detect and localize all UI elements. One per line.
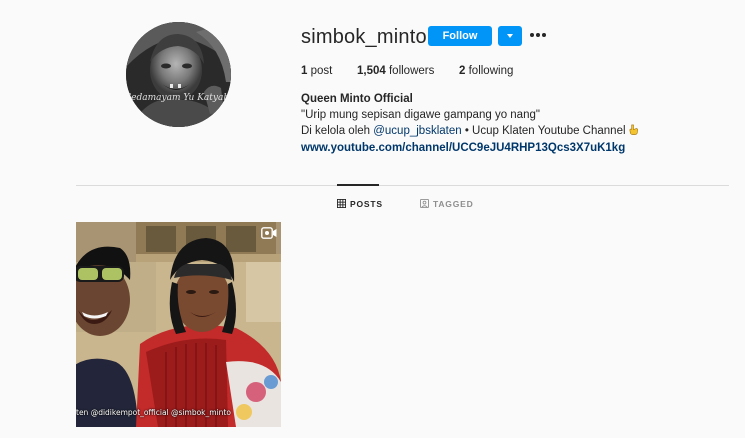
chevron-down-icon [507,34,513,38]
followers-count: 1,504 [357,65,386,77]
more-options-button[interactable] [530,28,548,42]
tab-tagged[interactable]: TAGGED [420,198,474,210]
bio-managed-by: Di kelola oleh @ucup_jbsklaten • Ucup Kl… [301,124,639,138]
posts-stat: 1 post [301,64,332,78]
active-tab-indicator [337,184,379,186]
bio-quote: "Urip mung sepisan digawe gampang yo nan… [301,109,540,121]
pointing-down-emoji-icon [629,124,638,135]
tab-posts[interactable]: POSTS [337,198,383,210]
bio-mention-link[interactable]: @ucup_jbsklaten [373,125,461,137]
bio-prefix: Di kelola oleh [301,125,374,137]
website-link[interactable]: www.youtube.com/channel/UCC9eJU4RHP13Qcs… [301,141,625,155]
post-image [76,222,281,427]
tab-tagged-label: TAGGED [433,199,474,209]
profile-page: Gedamayam Yu Katyahi simbok_minto Follow… [0,0,745,438]
more-dot-icon [536,33,540,37]
following-count: 2 [459,65,466,77]
followers-label: followers [388,65,435,77]
follow-button[interactable]: Follow [428,26,492,46]
profile-username: simbok_minto [301,26,427,48]
avatar-watermark: Gedamayam Yu Katyahi [126,93,231,103]
avatar-photo: Gedamayam Yu Katyahi [126,22,231,127]
profile-avatar[interactable]: Gedamayam Yu Katyahi [126,22,231,127]
more-dot-icon [542,33,546,37]
tab-posts-label: POSTS [350,199,383,209]
post-overlay-text: ten @didikempot_official @simbok_minto [76,408,231,417]
posts-label: post [310,65,333,77]
video-icon [261,227,277,239]
posts-count: 1 [301,65,308,77]
following-stat[interactable]: 2 following [459,64,513,78]
tag-icon [420,199,429,208]
grid-icon [337,199,346,208]
tabs-divider [76,185,729,186]
post-thumbnail[interactable]: ten @didikempot_official @simbok_minto [76,222,281,427]
suggestions-dropdown-button[interactable] [498,26,522,46]
more-dot-icon [530,33,534,37]
bio-suffix: • Ucup Klaten Youtube Channel [461,125,626,137]
followers-stat[interactable]: 1,504 followers [357,64,434,78]
following-label: following [468,65,514,77]
profile-full-name: Queen Minto Official [301,93,413,105]
